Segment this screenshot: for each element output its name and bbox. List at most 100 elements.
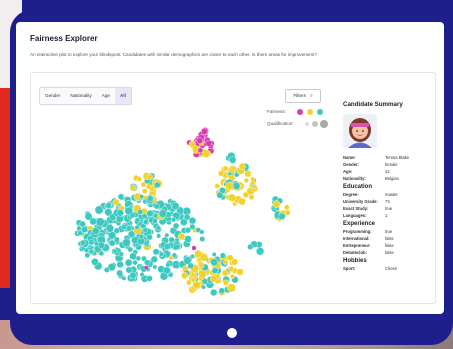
candidate-point[interactable] bbox=[228, 265, 235, 273]
candidate-point[interactable] bbox=[218, 170, 225, 177]
tab-gender[interactable]: Gender bbox=[40, 88, 65, 104]
candidate-point[interactable] bbox=[189, 223, 196, 230]
candidate-point[interactable] bbox=[118, 251, 124, 257]
candidate-point[interactable] bbox=[141, 213, 148, 219]
candidate-point[interactable] bbox=[92, 227, 100, 235]
candidate-point[interactable] bbox=[125, 225, 132, 232]
candidate-point[interactable] bbox=[138, 234, 145, 240]
candidate-point[interactable] bbox=[283, 204, 290, 211]
candidate-point[interactable] bbox=[211, 267, 219, 274]
candidate-point[interactable] bbox=[163, 243, 171, 251]
candidate-point[interactable] bbox=[197, 147, 204, 153]
candidate-point[interactable] bbox=[177, 232, 186, 241]
filters-button[interactable]: Filters ▿ bbox=[285, 89, 321, 103]
candidate-point[interactable] bbox=[136, 176, 143, 182]
candidate-point[interactable] bbox=[221, 269, 229, 277]
candidate-point[interactable] bbox=[225, 181, 234, 191]
candidate-point[interactable] bbox=[116, 260, 124, 269]
candidate-point[interactable] bbox=[94, 205, 104, 215]
candidate-point[interactable] bbox=[165, 262, 171, 268]
candidate-point[interactable] bbox=[139, 194, 145, 200]
candidate-point[interactable] bbox=[168, 236, 175, 243]
candidate-point[interactable] bbox=[124, 206, 134, 216]
candidate-point[interactable] bbox=[153, 203, 160, 210]
candidate-point[interactable] bbox=[79, 239, 86, 246]
candidate-point[interactable] bbox=[228, 193, 237, 202]
candidate-point[interactable] bbox=[137, 209, 143, 215]
candidate-point[interactable] bbox=[113, 236, 120, 243]
tab-nationality[interactable]: Nationality bbox=[65, 88, 96, 104]
candidate-point[interactable] bbox=[215, 273, 221, 279]
candidate-point[interactable] bbox=[231, 165, 237, 171]
candidate-point[interactable] bbox=[116, 269, 124, 277]
candidate-point[interactable] bbox=[211, 251, 217, 257]
candidate-point[interactable] bbox=[77, 230, 83, 236]
candidate-point[interactable] bbox=[146, 209, 154, 217]
candidate-point[interactable] bbox=[139, 272, 145, 277]
candidate-point[interactable] bbox=[152, 218, 158, 224]
candidate-point[interactable] bbox=[143, 259, 151, 266]
candidate-point[interactable] bbox=[229, 273, 235, 279]
candidate-point[interactable] bbox=[158, 251, 165, 257]
candidate-point[interactable] bbox=[124, 258, 133, 267]
candidate-point[interactable] bbox=[152, 264, 158, 270]
candidate-point[interactable] bbox=[150, 255, 158, 263]
candidate-point[interactable] bbox=[191, 245, 197, 251]
candidate-point[interactable] bbox=[103, 266, 110, 273]
candidate-point[interactable] bbox=[79, 220, 86, 228]
candidate-point[interactable] bbox=[105, 202, 112, 209]
candidate-point[interactable] bbox=[134, 224, 140, 230]
candidate-point[interactable] bbox=[129, 271, 137, 279]
candidate-point[interactable] bbox=[250, 176, 256, 182]
candidate-point[interactable] bbox=[154, 181, 161, 189]
candidate-point[interactable] bbox=[278, 212, 286, 221]
candidate-point[interactable] bbox=[146, 233, 153, 241]
candidate-point[interactable] bbox=[236, 268, 244, 276]
candidate-point[interactable] bbox=[140, 181, 147, 188]
candidate-point[interactable] bbox=[238, 197, 246, 206]
candidate-point[interactable] bbox=[200, 128, 208, 135]
candidate-point[interactable] bbox=[223, 259, 229, 265]
candidate-point[interactable] bbox=[129, 184, 137, 192]
candidate-point[interactable] bbox=[181, 271, 189, 280]
candidate-point[interactable] bbox=[95, 217, 105, 227]
candidate-point[interactable] bbox=[91, 257, 99, 266]
candidate-point[interactable] bbox=[238, 162, 246, 170]
candidate-point[interactable] bbox=[156, 233, 162, 239]
candidate-point[interactable] bbox=[198, 269, 207, 279]
fairness-scatter-plot[interactable] bbox=[51, 113, 321, 298]
candidate-point[interactable] bbox=[88, 239, 95, 246]
candidate-point[interactable] bbox=[183, 256, 192, 265]
candidate-point[interactable] bbox=[127, 246, 134, 253]
candidate-point[interactable] bbox=[214, 183, 220, 189]
candidate-point[interactable] bbox=[116, 209, 124, 217]
candidate-point[interactable] bbox=[76, 225, 82, 231]
candidate-point[interactable] bbox=[210, 288, 218, 297]
candidate-point[interactable] bbox=[143, 265, 149, 271]
candidate-point[interactable] bbox=[171, 252, 177, 258]
candidate-point[interactable] bbox=[147, 174, 153, 180]
candidate-point[interactable] bbox=[117, 193, 124, 200]
candidate-point[interactable] bbox=[228, 156, 237, 164]
candidate-point[interactable] bbox=[232, 182, 241, 190]
candidate-point[interactable] bbox=[122, 238, 131, 247]
candidate-point[interactable] bbox=[84, 252, 91, 259]
candidate-point[interactable] bbox=[171, 202, 180, 210]
candidate-point[interactable] bbox=[226, 283, 236, 293]
candidate-point[interactable] bbox=[222, 165, 229, 172]
candidate-point[interactable] bbox=[218, 287, 226, 295]
candidate-point[interactable] bbox=[243, 177, 249, 184]
candidate-point[interactable] bbox=[112, 198, 120, 206]
candidate-point[interactable] bbox=[194, 249, 203, 258]
candidate-point[interactable] bbox=[170, 217, 177, 223]
candidate-point[interactable] bbox=[142, 219, 149, 225]
candidate-point[interactable] bbox=[158, 209, 167, 218]
candidate-point[interactable] bbox=[129, 252, 137, 261]
candidate-point[interactable] bbox=[248, 194, 255, 200]
candidate-point[interactable] bbox=[252, 184, 258, 190]
candidate-point[interactable] bbox=[184, 235, 192, 243]
candidate-point[interactable] bbox=[256, 247, 265, 256]
candidate-point[interactable] bbox=[141, 188, 148, 194]
candidate-point[interactable] bbox=[183, 213, 191, 221]
candidate-point[interactable] bbox=[98, 250, 105, 257]
